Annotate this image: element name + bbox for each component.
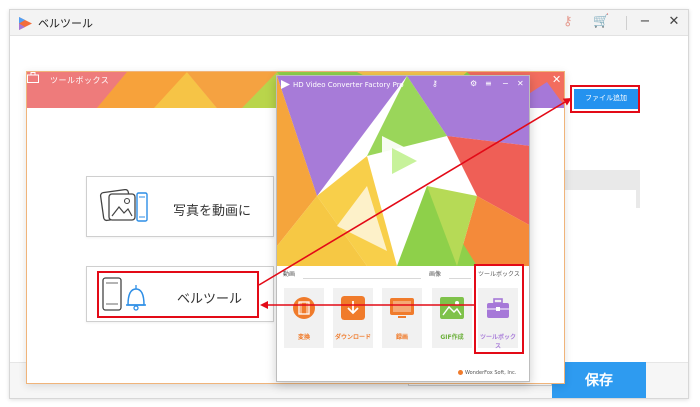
converter-minimize-button[interactable]: − <box>502 79 509 89</box>
record-tile-label: 録画 <box>395 334 408 341</box>
converter-banner-art <box>277 76 529 266</box>
add-file-highlight <box>570 85 640 113</box>
toolbox-title: ツールボックス <box>50 76 110 85</box>
convert-tile-label: 変換 <box>297 334 310 341</box>
app-title: ベルツール <box>38 17 93 30</box>
background-bar <box>560 170 640 190</box>
section-video-divider <box>303 278 421 279</box>
download-tile[interactable]: ダウンロード <box>333 288 373 348</box>
convert-tile[interactable]: 変換 <box>284 288 324 348</box>
section-image-divider <box>449 278 471 279</box>
section-video-label: 動画 <box>283 271 296 278</box>
app-logo-icon <box>19 17 32 30</box>
screen-record-icon <box>390 298 414 318</box>
app-titlebar: ベルツール ⚷ 🛒 − ✕ <box>10 10 688 36</box>
converter-gear-icon[interactable]: ⚙ <box>470 79 477 89</box>
toolbox-tile-highlight <box>474 264 524 354</box>
section-image-label: 画像 <box>429 271 442 278</box>
download-tile-label: ダウンロード <box>334 334 371 341</box>
minimize-button[interactable]: − <box>638 14 652 30</box>
close-button[interactable]: ✕ <box>667 14 681 30</box>
ringtone-highlight <box>97 271 259 318</box>
photo-to-video-label: 写真を動画に <box>173 204 252 219</box>
screen: ベルツール ⚷ 🛒 − ✕ 保存 ツールボックス ✕ 写真を動画に ベルツール … <box>0 0 700 407</box>
toolbox-icon <box>27 72 39 83</box>
wonderfox-logo-icon <box>458 370 463 375</box>
save-button[interactable]: 保存 <box>552 362 646 398</box>
photo-to-video-card[interactable]: 写真を動画に <box>86 176 274 237</box>
cart-icon[interactable]: 🛒 <box>593 15 609 29</box>
background-bar-edge <box>636 190 640 208</box>
converter-footer: WonderFox Soft, Inc. <box>465 370 517 376</box>
converter-key-icon[interactable]: ⚷ <box>432 79 438 89</box>
converter-menu-icon[interactable]: ≡ <box>485 79 492 89</box>
gif-maker-tile-label: GIF作成 <box>440 334 464 341</box>
convert-film-icon <box>293 297 315 319</box>
converter-logo-icon <box>281 80 290 89</box>
gif-maker-icon <box>440 297 464 319</box>
download-icon <box>341 296 365 320</box>
titlebar-separator <box>626 16 627 30</box>
converter-title: HD Video Converter Factory Pro <box>293 81 404 89</box>
toolbox-close-button[interactable]: ✕ <box>552 73 561 87</box>
gif-maker-tile[interactable]: GIF作成 <box>432 288 472 348</box>
record-tile[interactable]: 録画 <box>382 288 422 348</box>
photo-to-video-icon <box>99 189 148 222</box>
key-icon[interactable]: ⚷ <box>563 15 573 29</box>
converter-close-button[interactable]: ✕ <box>517 79 524 89</box>
